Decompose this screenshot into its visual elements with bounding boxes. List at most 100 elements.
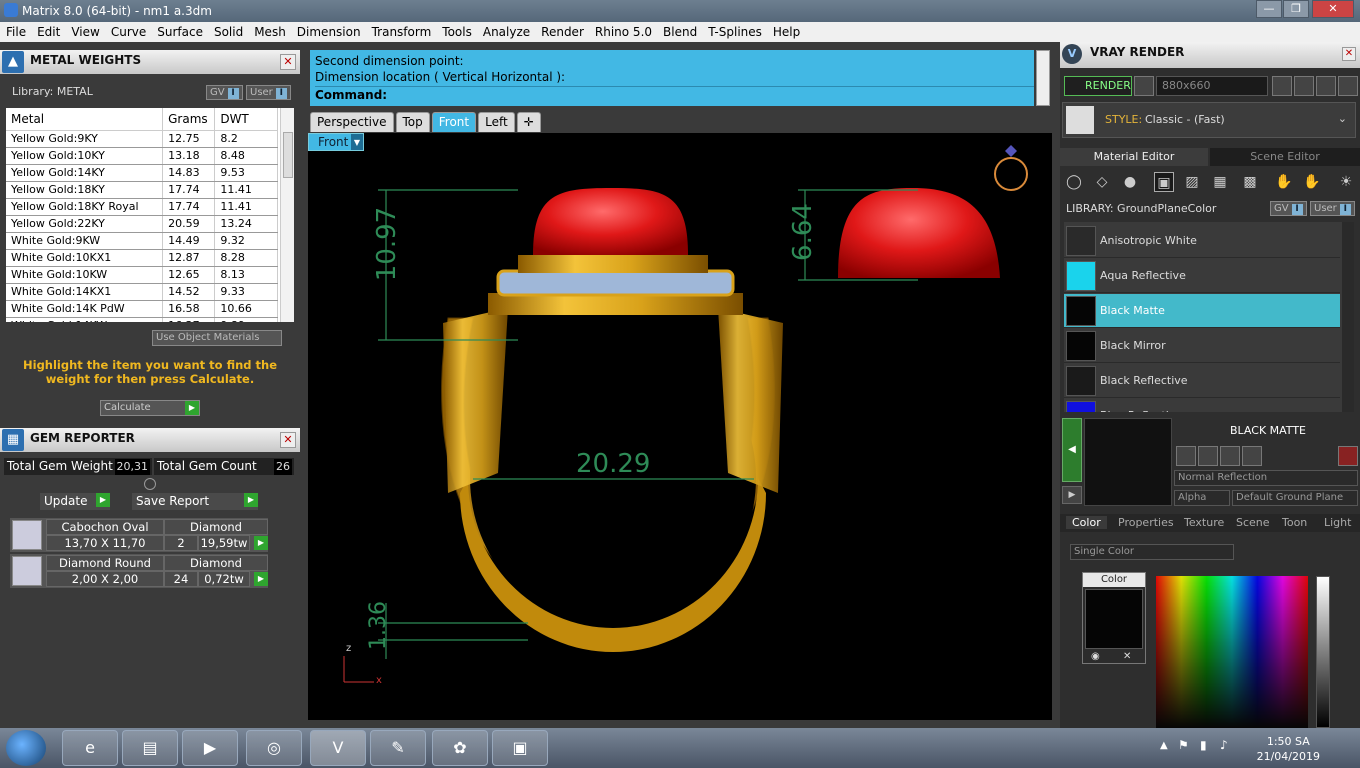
material-item[interactable]: Blue Reflective: [1064, 399, 1340, 412]
checker-icon[interactable]: ▩: [1240, 172, 1260, 192]
menu-curve[interactable]: Curve: [105, 22, 151, 42]
user-toggle[interactable]: User I: [246, 85, 291, 100]
image-viewer-icon[interactable]: ▣: [492, 730, 548, 766]
play-preview-button[interactable]: ▶: [1062, 486, 1082, 504]
menu-rhino[interactable]: Rhino 5.0: [589, 22, 657, 42]
menu-view[interactable]: View: [65, 22, 104, 42]
matrix-app-icon[interactable]: V: [310, 730, 366, 766]
tab-material-editor[interactable]: Material Editor: [1060, 148, 1208, 166]
update-button[interactable]: Update ▶: [40, 493, 110, 510]
table-row[interactable]: Yellow Gold:18KY Royal 17.74 11.41: [6, 198, 278, 216]
export-icon[interactable]: [1220, 446, 1240, 466]
hand-alt-icon[interactable]: ✋: [1302, 172, 1322, 192]
hatch-icon[interactable]: ▨: [1182, 172, 1202, 192]
sphere-icon[interactable]: ●: [1120, 172, 1140, 192]
start-button[interactable]: [6, 730, 46, 766]
metal-table-scrollbar[interactable]: [280, 108, 294, 322]
table-row[interactable]: Yellow Gold:10KY 13.18 8.48: [6, 147, 278, 165]
material-item[interactable]: Black Reflective: [1064, 364, 1340, 398]
gv-toggle[interactable]: GV I: [206, 85, 243, 100]
material-item[interactable]: Aqua Reflective: [1064, 259, 1340, 293]
alpha-toggle[interactable]: Alpha: [1174, 490, 1230, 506]
copy-icon[interactable]: [1198, 446, 1218, 466]
hand-icon[interactable]: ✋: [1274, 172, 1294, 192]
tab-color[interactable]: Color: [1066, 516, 1107, 529]
menu-surface[interactable]: Surface: [151, 22, 208, 42]
gem-row[interactable]: Cabochon Oval Diamond 13,70 X 11,70 2 19…: [10, 518, 268, 552]
menu-tools[interactable]: Tools: [436, 22, 477, 42]
clock[interactable]: 1:50 SA 21/04/2019: [1257, 734, 1320, 764]
render-button[interactable]: RENDER: [1064, 76, 1132, 96]
menu-dimension[interactable]: Dimension: [291, 22, 366, 42]
save-report-button[interactable]: Save Report ▶: [132, 493, 258, 510]
light-bulb-icon[interactable]: ☀: [1336, 172, 1356, 192]
tab-front[interactable]: Front: [431, 112, 477, 132]
material-item[interactable]: Black Matte: [1064, 294, 1340, 328]
table-row[interactable]: White Gold:14KX1 14.52 9.33: [6, 283, 278, 301]
brightness-slider[interactable]: [1316, 576, 1330, 728]
menu-transform[interactable]: Transform: [366, 22, 437, 42]
close-button[interactable]: ✕: [1312, 0, 1354, 18]
tab-scene-editor[interactable]: Scene Editor: [1210, 148, 1360, 166]
reflection-select[interactable]: Normal Reflection: [1174, 470, 1358, 486]
material-list-scrollbar[interactable]: [1342, 222, 1354, 412]
chrome-icon[interactable]: ◎: [246, 730, 302, 766]
grid-icon[interactable]: ▦: [1210, 172, 1230, 192]
column-grams[interactable]: Grams: [162, 108, 216, 131]
refresh-icon[interactable]: [1338, 446, 1358, 466]
tab-perspective[interactable]: Perspective: [310, 112, 394, 132]
color-wheel-icon[interactable]: ◉: [1091, 651, 1100, 662]
menu-edit[interactable]: Edit: [31, 22, 65, 42]
paint-icon[interactable]: ✿: [432, 730, 488, 766]
import-icon[interactable]: [1242, 446, 1262, 466]
color-picker[interactable]: [1156, 576, 1308, 728]
column-metal[interactable]: Metal: [6, 108, 164, 131]
internet-explorer-icon[interactable]: e: [62, 730, 118, 766]
command-scrollbar[interactable]: [1036, 50, 1050, 106]
plane-icon[interactable]: ▣: [1154, 172, 1174, 192]
table-row[interactable]: White Gold:14K PdW 16.58 10.66: [6, 300, 278, 318]
material-item[interactable]: Anisotropic White: [1064, 224, 1340, 258]
tab-properties[interactable]: Properties: [1118, 516, 1174, 529]
diamond-icon[interactable]: ◇: [1092, 172, 1112, 192]
calculate-button[interactable]: Calculate ▶: [100, 400, 200, 416]
gv-toggle[interactable]: GV I: [1270, 201, 1307, 216]
rewind-icon[interactable]: [1272, 76, 1292, 96]
material-item[interactable]: Black Mirror: [1064, 329, 1340, 363]
save-icon[interactable]: [1176, 446, 1196, 466]
menu-tsplines[interactable]: T-Splines: [702, 22, 767, 42]
network-icon[interactable]: ⚑: [1178, 738, 1189, 752]
clear-color-icon[interactable]: ✕: [1123, 651, 1131, 662]
resolution-select[interactable]: 880x660: [1156, 76, 1268, 96]
close-icon[interactable]: ✕: [1342, 47, 1356, 61]
table-row[interactable]: White Gold:10KX1 12.87 8.28: [6, 249, 278, 267]
play-icon[interactable]: ▶: [254, 572, 268, 586]
menu-render[interactable]: Render: [535, 22, 589, 42]
close-icon[interactable]: ✕: [280, 432, 296, 448]
expand-preview-button[interactable]: ◀: [1062, 418, 1082, 482]
ground-plane-select[interactable]: Default Ground Plane: [1232, 490, 1358, 506]
signal-icon[interactable]: ▮: [1200, 738, 1207, 752]
table-row[interactable]: Yellow Gold:18KY 17.74 11.41: [6, 181, 278, 199]
list-icon[interactable]: [1316, 76, 1336, 96]
splitter-handle[interactable]: [144, 478, 156, 490]
menu-file[interactable]: File: [0, 22, 31, 42]
table-row[interactable]: White Gold:10KW 12.65 8.13: [6, 266, 278, 284]
tab-toon[interactable]: Toon: [1282, 516, 1307, 529]
table-row[interactable]: Yellow Gold:14KY 14.83 9.53: [6, 164, 278, 182]
table-row[interactable]: Yellow Gold:9KY 12.75 8.2: [6, 130, 278, 148]
close-icon[interactable]: ✕: [280, 54, 296, 70]
command-prompt[interactable]: Command:: [315, 86, 1034, 103]
menu-help[interactable]: Help: [767, 22, 805, 42]
tab-light[interactable]: Light: [1324, 516, 1351, 529]
volume-icon[interactable]: ♪: [1220, 738, 1228, 752]
gem-row[interactable]: Diamond Round Diamond 2,00 X 2,00 24 0,7…: [10, 554, 268, 588]
tab-texture[interactable]: Texture: [1184, 516, 1224, 529]
tab-left[interactable]: Left: [478, 112, 515, 132]
style-selector[interactable]: STYLE: Classic - (Fast) ⌄: [1062, 102, 1356, 138]
table-row[interactable]: White Gold:14KW16.279.89: [6, 317, 278, 322]
grid-icon[interactable]: [1338, 76, 1358, 96]
ring-icon[interactable]: ◯: [1064, 172, 1084, 192]
minimize-button[interactable]: —: [1256, 0, 1282, 18]
color-swatch[interactable]: [1085, 589, 1143, 649]
